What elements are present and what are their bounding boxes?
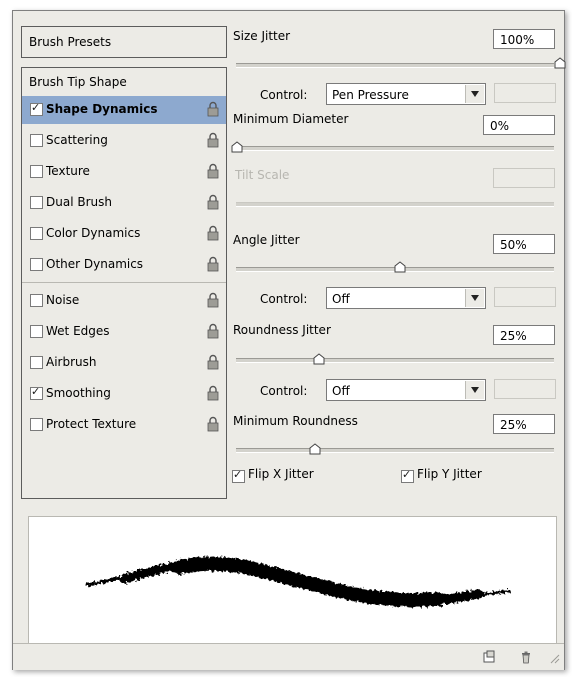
lock-icon[interactable] [206, 163, 220, 180]
lock-icon[interactable] [206, 292, 220, 309]
flip-y-checkbox-box[interactable] [401, 468, 414, 483]
resize-grip-icon[interactable] [548, 652, 560, 664]
option-checkbox[interactable] [30, 196, 43, 209]
size-jitter-slider-track[interactable] [236, 63, 554, 68]
tilt-scale-field [493, 168, 555, 188]
brush-option-item[interactable]: Color Dynamics [22, 220, 226, 248]
option-label: Wet Edges [46, 324, 110, 338]
brush-presets-label: Brush Presets [29, 35, 112, 49]
lock-icon[interactable] [206, 416, 220, 433]
chevron-down-icon[interactable] [465, 85, 484, 103]
minimum-diameter-field[interactable]: 0% [483, 115, 555, 135]
lock-icon[interactable] [206, 132, 220, 149]
minimum-diameter-slider-thumb[interactable] [231, 141, 243, 153]
size-control-extra-field [494, 83, 556, 103]
brush-option-item[interactable]: Noise [22, 287, 226, 315]
roundness-jitter-label: Roundness Jitter [233, 323, 331, 337]
new-brush-icon[interactable] [482, 650, 496, 664]
lock-icon[interactable] [206, 194, 220, 211]
chevron-down-icon[interactable] [465, 381, 484, 399]
option-checkbox[interactable] [30, 385, 43, 400]
lock-icon[interactable] [206, 354, 220, 371]
size-jitter-slider-thumb[interactable] [554, 57, 566, 69]
brush-option-item[interactable]: Protect Texture [22, 411, 226, 439]
angle-jitter-field[interactable]: 50% [493, 234, 555, 254]
angle-control-label: Control: [260, 292, 308, 306]
option-label: Noise [46, 293, 80, 307]
roundness-control-label: Control: [260, 384, 308, 398]
trash-icon[interactable] [519, 650, 533, 664]
brush-option-item[interactable]: Airbrush [22, 349, 226, 377]
panel-footer [13, 643, 564, 670]
lock-icon[interactable] [206, 256, 220, 273]
option-checkbox[interactable] [30, 356, 43, 369]
tilt-scale-slider-track [236, 202, 554, 207]
brush-option-item[interactable]: Wet Edges [22, 318, 226, 346]
option-label: Dual Brush [46, 195, 112, 209]
chevron-down-icon[interactable] [465, 289, 484, 307]
size-control-value: Pen Pressure [332, 88, 409, 102]
roundness-jitter-slider-thumb[interactable] [313, 353, 325, 365]
lock-icon[interactable] [206, 225, 220, 242]
angle-control-value: Off [332, 292, 350, 306]
option-checkbox[interactable] [30, 258, 43, 271]
option-checkbox[interactable] [30, 325, 43, 338]
option-checkbox[interactable] [30, 418, 43, 431]
flip-x-jitter-label: Flip X Jitter [248, 467, 314, 481]
minimum-roundness-label: Minimum Roundness [233, 414, 358, 428]
option-checkbox[interactable] [30, 134, 43, 147]
option-checkbox[interactable] [30, 101, 43, 116]
lock-icon[interactable] [206, 101, 220, 118]
size-jitter-label: Size Jitter [233, 29, 291, 43]
brush-stroke-preview [28, 516, 557, 644]
minimum-diameter-slider-track[interactable] [236, 146, 554, 151]
lock-icon[interactable] [206, 323, 220, 340]
option-label: Color Dynamics [46, 226, 141, 240]
brush-options-list: Brush Tip Shape Shape Dynamics Scattering… [21, 67, 227, 499]
option-label: Smoothing [46, 386, 111, 400]
list-divider [22, 282, 226, 283]
brush-option-item[interactable]: Shape Dynamics [22, 96, 226, 124]
roundness-control-extra-field [494, 379, 556, 399]
option-label: Airbrush [46, 355, 97, 369]
minimum-roundness-slider-thumb[interactable] [309, 443, 321, 455]
brush-presets-button[interactable]: Brush Presets [21, 26, 227, 58]
option-label: Other Dynamics [46, 257, 144, 271]
brush-option-item[interactable]: Other Dynamics [22, 251, 226, 279]
option-label: Protect Texture [46, 417, 137, 431]
roundness-control-value: Off [332, 384, 350, 398]
lock-icon[interactable] [206, 385, 220, 402]
minimum-diameter-label: Minimum Diameter [233, 112, 349, 126]
tilt-scale-label: Tilt Scale [235, 168, 290, 182]
option-checkbox[interactable] [30, 165, 43, 178]
option-label: Shape Dynamics [46, 102, 158, 116]
roundness-jitter-field[interactable]: 25% [493, 325, 555, 345]
size-jitter-field[interactable]: 100% [493, 29, 555, 49]
brush-tip-shape-item[interactable]: Brush Tip Shape [29, 75, 127, 89]
size-control-select[interactable]: Pen Pressure [326, 83, 486, 105]
angle-control-select[interactable]: Off [326, 287, 486, 309]
minimum-roundness-field[interactable]: 25% [493, 414, 555, 434]
brush-option-item[interactable]: Smoothing [22, 380, 226, 408]
brush-option-item[interactable]: Scattering [22, 127, 226, 155]
roundness-control-select[interactable]: Off [326, 379, 486, 401]
flip-x-checkbox-box[interactable] [232, 468, 245, 483]
option-checkbox[interactable] [30, 294, 43, 307]
option-label: Scattering [46, 133, 108, 147]
roundness-jitter-slider-track[interactable] [236, 358, 554, 363]
brush-option-item[interactable]: Texture [22, 158, 226, 186]
minimum-roundness-slider-track[interactable] [236, 448, 554, 453]
size-control-label: Control: [260, 88, 308, 102]
option-label: Texture [46, 164, 90, 178]
angle-control-extra-field [494, 287, 556, 307]
option-checkbox[interactable] [30, 227, 43, 240]
angle-jitter-slider-thumb[interactable] [394, 261, 406, 273]
angle-jitter-label: Angle Jitter [233, 233, 300, 247]
brush-panel: Brush Presets Brush Tip Shape Shape Dyna… [12, 10, 566, 670]
brush-stroke-image [85, 556, 511, 607]
brush-option-item[interactable]: Dual Brush [22, 189, 226, 217]
flip-y-jitter-label: Flip Y Jitter [417, 467, 482, 481]
